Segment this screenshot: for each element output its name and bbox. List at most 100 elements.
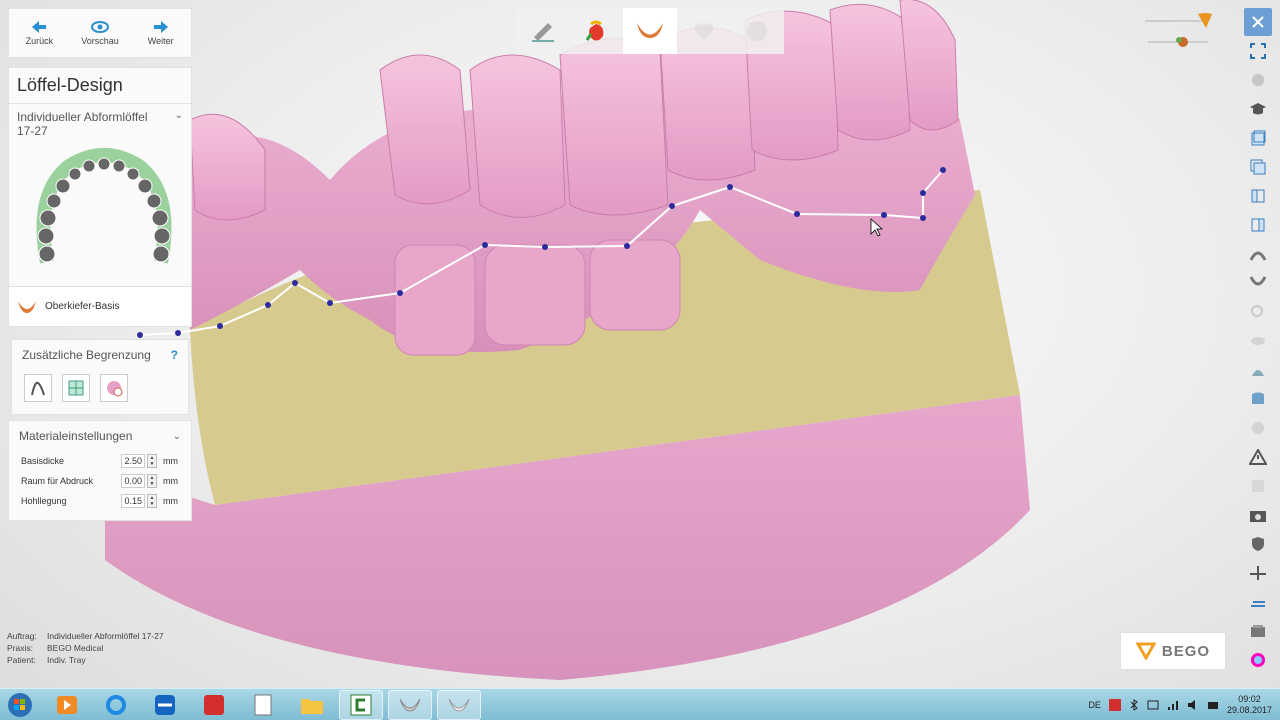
- draw-curve-icon: [31, 381, 45, 396]
- volume-icon[interactable]: [1187, 699, 1199, 711]
- view-left-button[interactable]: [1244, 182, 1272, 210]
- preview-button[interactable]: Vorschau: [70, 9, 131, 57]
- taskbar-explorer[interactable]: [290, 690, 334, 720]
- layers-button[interactable]: [1244, 617, 1272, 645]
- bluetooth-icon[interactable]: [1129, 699, 1139, 711]
- taskbar-media[interactable]: [45, 690, 89, 720]
- dental-arch-diagram[interactable]: [29, 144, 179, 266]
- cube-left-icon: [1251, 189, 1265, 203]
- relief-input[interactable]: 0.15: [121, 494, 145, 508]
- taskbar-cad-app[interactable]: [339, 689, 383, 720]
- hide-button[interactable]: [1244, 327, 1272, 355]
- next-label: Weiter: [147, 35, 174, 46]
- camera-icon: [1250, 511, 1266, 522]
- base-thickness-input[interactable]: 2.50: [121, 454, 145, 468]
- taskbar-tray-app[interactable]: [388, 689, 432, 720]
- color-button[interactable]: [1244, 646, 1272, 674]
- color-wheel-icon: [1251, 653, 1265, 667]
- screenshot-button[interactable]: [1244, 501, 1272, 529]
- material-header[interactable]: Materialeinstellungen ⌄: [9, 421, 191, 451]
- measure-button[interactable]: [1244, 588, 1272, 616]
- help-icon[interactable]: ?: [171, 348, 178, 362]
- keyboard-icon[interactable]: [1207, 699, 1219, 711]
- chevron-down-icon: ⌄: [174, 110, 183, 121]
- close-button[interactable]: [1244, 8, 1272, 36]
- document-icon: [254, 694, 272, 715]
- step-export[interactable]: [730, 8, 784, 54]
- practice-key: Praxis:: [7, 643, 33, 653]
- taskbar-ie[interactable]: [94, 690, 138, 720]
- view-top-button[interactable]: [1244, 240, 1272, 268]
- unit-label: mm: [163, 496, 178, 506]
- cad-app-icon: [350, 694, 372, 715]
- warning-button[interactable]: [1244, 443, 1272, 471]
- boundary-grid-tool[interactable]: [62, 374, 90, 402]
- 3d-model-viewport[interactable]: [0, 0, 1280, 688]
- job-name: Individueller Abformlöffel: [17, 110, 148, 124]
- transparency-sliders: [1145, 13, 1212, 47]
- boundary-title: Zusätzliche Begrenzung: [22, 348, 151, 362]
- boundary-erase-tool[interactable]: [100, 374, 128, 402]
- tray-design-panel: Löffel-Design Individueller Abformlöffel…: [8, 67, 192, 327]
- model-view-button[interactable]: [1244, 356, 1272, 384]
- relief-stepper[interactable]: ▲ ▼: [147, 494, 157, 508]
- arrow-left-icon: [32, 20, 47, 33]
- cut-plane-button[interactable]: [1244, 559, 1272, 587]
- practice-value: BEGO Medical: [47, 643, 104, 653]
- jaw-basis-item[interactable]: Oberkiefer-Basis: [9, 286, 191, 326]
- grid-icon: [68, 380, 84, 396]
- taskbar-teamviewer[interactable]: [143, 690, 187, 720]
- language-indicator[interactable]: DE: [1088, 700, 1101, 710]
- preview-label: Vorschau: [81, 35, 119, 46]
- warning-icon: [1249, 449, 1267, 465]
- boundary-draw-tool[interactable]: [24, 374, 52, 402]
- step-handle[interactable]: [677, 8, 731, 54]
- cube-back-icon: [1250, 159, 1266, 175]
- cylinder-icon: [1252, 392, 1264, 404]
- clock[interactable]: 09:02 29.08.2017: [1227, 694, 1272, 716]
- view-front-button[interactable]: [1244, 124, 1272, 152]
- zoom-button[interactable]: [1244, 298, 1272, 326]
- view-toolbar: [1244, 8, 1272, 675]
- clock-time: 09:02: [1238, 694, 1261, 704]
- bego-logo: BEGO: [1120, 632, 1226, 670]
- base-thickness-label: Basisdicke: [21, 456, 65, 466]
- cylinder-button[interactable]: [1244, 385, 1272, 413]
- back-button[interactable]: Zurück: [9, 9, 70, 57]
- taskbar-pdf[interactable]: [192, 690, 236, 720]
- step-tray-design[interactable]: [623, 8, 677, 54]
- view-right-button[interactable]: [1244, 211, 1272, 239]
- impression-space-input[interactable]: 0.00: [121, 474, 145, 488]
- tooth-button[interactable]: [1244, 414, 1272, 442]
- pen-icon: [531, 23, 554, 42]
- logo-text: BEGO: [1161, 642, 1211, 660]
- rotate-view-button[interactable]: [1244, 66, 1272, 94]
- education-button[interactable]: [1244, 95, 1272, 123]
- basis-label: Oberkiefer-Basis: [45, 301, 120, 312]
- step-block-out[interactable]: [570, 8, 624, 54]
- fullscreen-button[interactable]: [1244, 37, 1272, 65]
- view-bottom-button[interactable]: [1244, 269, 1272, 297]
- base-thickness-stepper[interactable]: ▲ ▼: [147, 454, 157, 468]
- layers-icon: [1251, 625, 1265, 637]
- taskbar-tray-app-2[interactable]: [437, 689, 481, 720]
- media-player-icon: [57, 695, 77, 714]
- square-icon: [1252, 480, 1264, 492]
- next-button[interactable]: Weiter: [130, 9, 191, 57]
- heart-icon: [694, 23, 713, 40]
- pdf-tray-icon[interactable]: [1108, 699, 1121, 711]
- taskbar-document[interactable]: [241, 690, 285, 720]
- wizard-nav: Zurück Vorschau Weiter: [8, 8, 192, 58]
- job-selector[interactable]: Individueller Abformlöffel 17-27 ⌄: [9, 104, 191, 144]
- box-button[interactable]: [1244, 472, 1272, 500]
- step-scan[interactable]: [516, 8, 570, 54]
- network-icon[interactable]: [1167, 699, 1179, 711]
- impression-space-stepper[interactable]: ▲ ▼: [147, 474, 157, 488]
- shield-button[interactable]: [1244, 530, 1272, 558]
- close-icon: [1252, 16, 1264, 28]
- view-back-button[interactable]: [1244, 153, 1272, 181]
- start-button[interactable]: [0, 689, 40, 720]
- erase-icon: [107, 381, 123, 397]
- action-center-icon[interactable]: [1147, 699, 1159, 711]
- material-title: Materialeinstellungen: [19, 429, 133, 443]
